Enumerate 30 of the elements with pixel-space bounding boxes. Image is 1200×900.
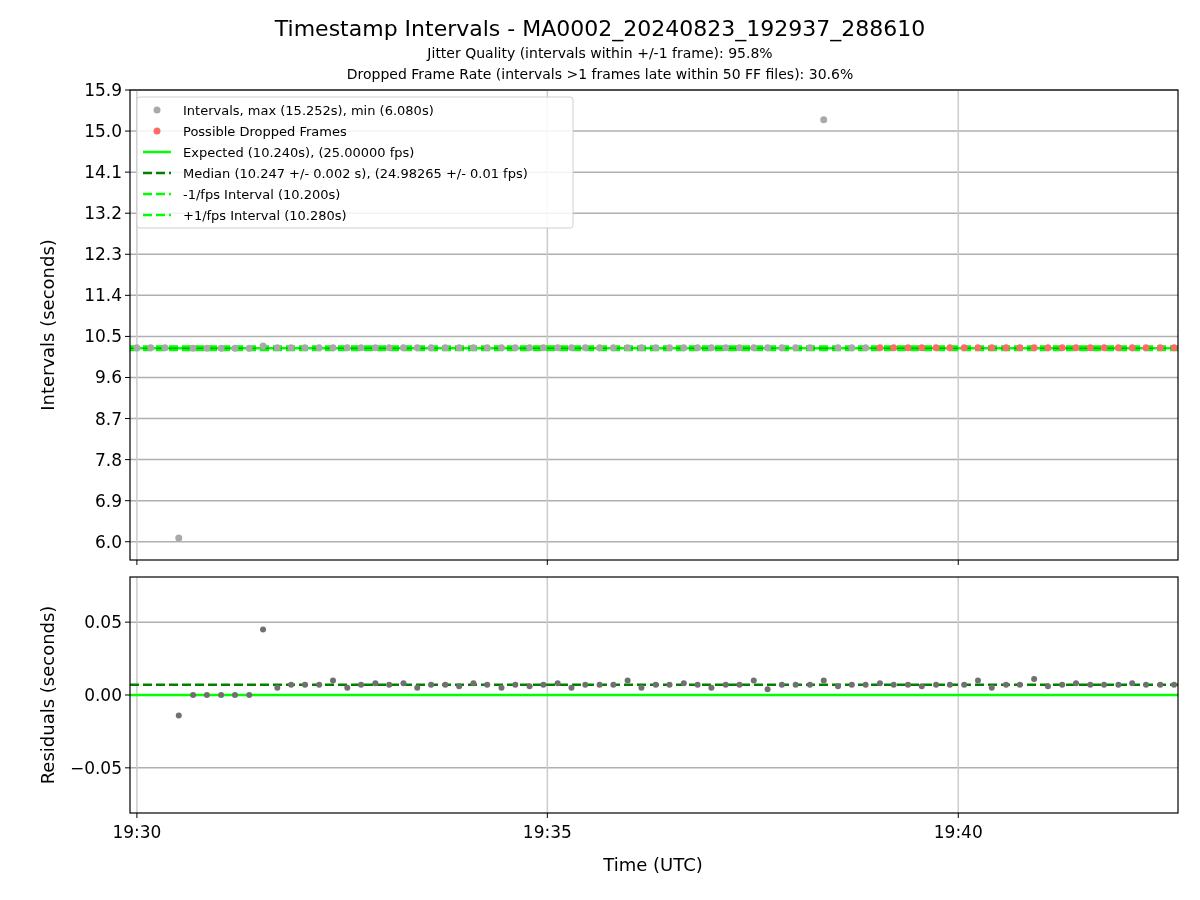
y-tick-label: 13.2 <box>84 203 122 224</box>
x-tick-label: 19:40 <box>933 822 983 842</box>
x-axis-label: Time (UTC) <box>603 854 703 875</box>
y-axis-label: Intervals (seconds) <box>37 239 58 411</box>
figure-subtitle: Jitter Quality (intervals within +/-1 frame): 95.8% <box>427 44 773 63</box>
y-axis-label: Residuals (seconds) <box>37 605 58 785</box>
y-tick-label: −0.05 <box>69 757 122 778</box>
y-tick-label: 11.4 <box>84 285 122 306</box>
legend-label: Possible Dropped Frames <box>183 124 347 139</box>
legend-label: -1/fps Interval (10.200s) <box>183 187 341 202</box>
y-tick-label: 8.7 <box>94 408 122 429</box>
y-tick-label: 6.0 <box>94 531 122 552</box>
legend-label: Expected (10.240s), (25.00000 fps) <box>183 145 415 160</box>
x-tick-label: 19:30 <box>112 822 162 842</box>
x-tick-label: 19:35 <box>522 822 572 842</box>
figure-subtitle: Dropped Frame Rate (intervals >1 frames late within 50 FF files): 30.6% <box>346 65 854 84</box>
y-tick-label: 10.5 <box>84 326 122 347</box>
y-tick-label: 12.3 <box>84 244 122 265</box>
figure-title: Timestamp Intervals - MA0002_20240823_192937_288610 <box>274 15 926 43</box>
y-tick-label: 0.05 <box>84 612 122 633</box>
y-tick-label: 15.9 <box>84 80 122 100</box>
y-tick-label: 6.9 <box>94 490 122 511</box>
y-tick-label: 7.8 <box>94 449 122 470</box>
y-tick-label: 15.0 <box>84 121 122 142</box>
legend-label: +1/fps Interval (10.280s) <box>183 208 347 223</box>
legend-label: Intervals, max (15.252s), min (6.080s) <box>183 103 434 118</box>
y-tick-label: 9.6 <box>94 367 122 388</box>
legend-label: Median (10.247 +/- 0.002 s), (24.98265 +/- 0.01 fps) <box>183 166 528 181</box>
y-tick-label: 14.1 <box>84 162 122 183</box>
y-tick-label: 0.00 <box>84 685 122 705</box>
